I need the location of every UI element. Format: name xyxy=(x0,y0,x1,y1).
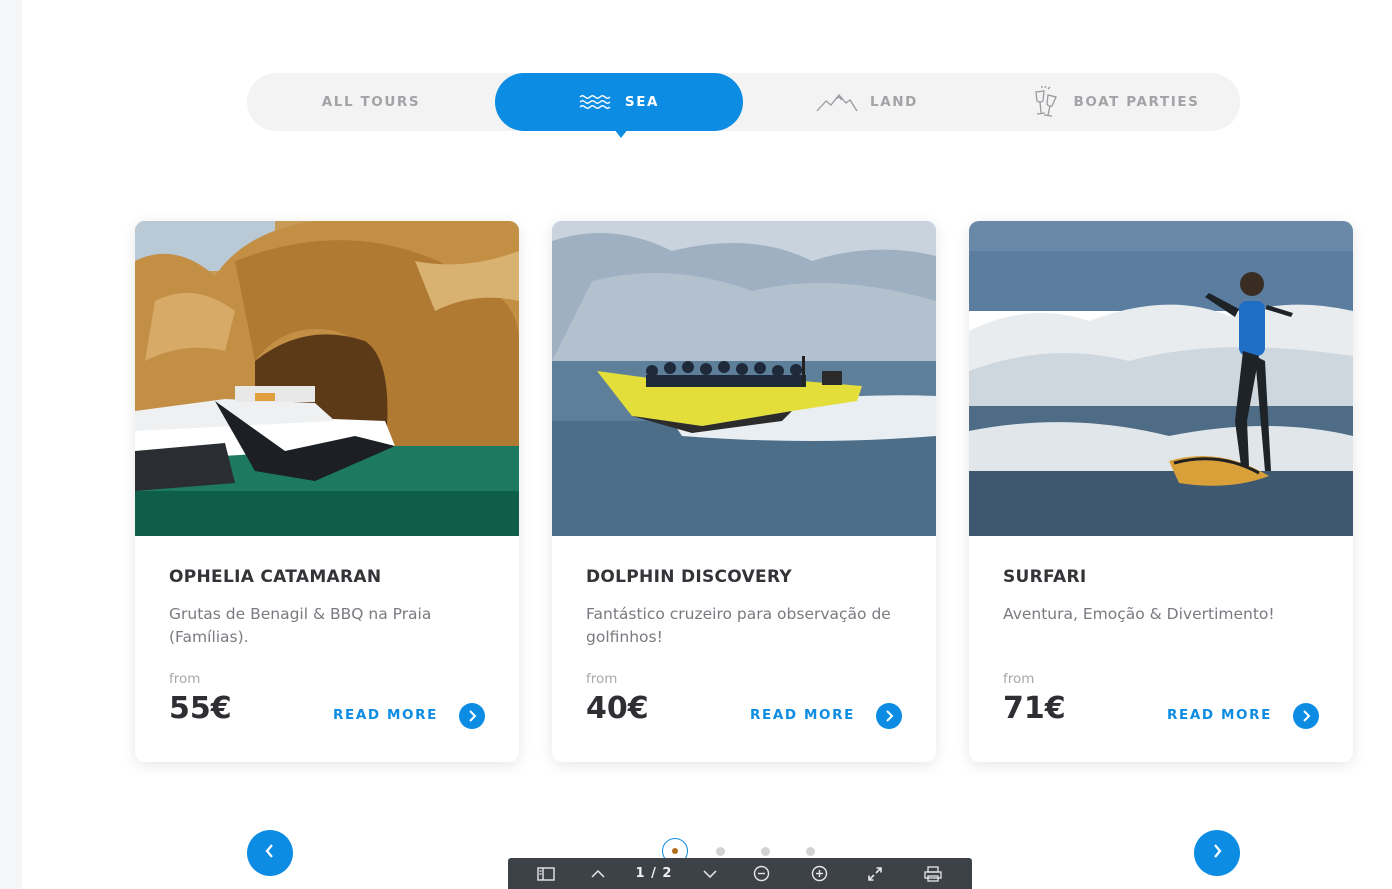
card-title: OPHELIA CATAMARAN xyxy=(169,567,382,587)
slider-dot-3[interactable] xyxy=(761,847,770,856)
card-description: Aventura, Emoção & Divertimento! xyxy=(1003,605,1275,623)
previous-page-icon[interactable] xyxy=(586,858,610,889)
next-page-icon[interactable] xyxy=(698,858,722,889)
waves-icon xyxy=(579,94,613,110)
card-title: DOLPHIN DISCOVERY xyxy=(586,567,793,587)
slider-dot-4[interactable] xyxy=(806,847,815,856)
catamaran-cave-photo[interactable] xyxy=(135,221,519,536)
category-tabs: ALL TOURS SEA LAND BOAT PARTIES xyxy=(247,73,1240,138)
page-left-edge xyxy=(0,0,22,889)
read-more-link[interactable]: READ MORE xyxy=(333,707,438,723)
speedboat-photo[interactable] xyxy=(552,221,936,536)
tab-label: LAND xyxy=(870,94,918,110)
print-icon[interactable] xyxy=(920,858,946,889)
card-price: 40€ xyxy=(586,691,649,726)
pdf-viewer-toolbar: 1 / 2 xyxy=(508,858,972,889)
tour-card-ophelia-catamaran[interactable]: OPHELIA CATAMARAN Grutas de Benagil & BB… xyxy=(135,221,519,762)
mountains-icon xyxy=(816,92,858,112)
read-more-link[interactable]: READ MORE xyxy=(750,707,855,723)
slider-prev-button[interactable] xyxy=(247,830,293,876)
card-price: 71€ xyxy=(1003,691,1066,726)
zoom-out-icon[interactable] xyxy=(748,858,774,889)
tab-label: ALL TOURS xyxy=(321,94,421,110)
tab-all-tours[interactable]: ALL TOURS xyxy=(247,73,495,131)
read-more-link[interactable]: READ MORE xyxy=(1167,707,1272,723)
active-tab-pointer xyxy=(614,129,628,138)
sidebar-toggle-icon[interactable] xyxy=(532,858,560,889)
card-from-label: from xyxy=(169,671,201,687)
card-description: Grutas de Benagil & BBQ na Praia (Famíli… xyxy=(169,605,432,646)
tab-boat-parties[interactable]: BOAT PARTIES xyxy=(991,73,1240,131)
chevron-right-icon[interactable] xyxy=(1293,703,1319,729)
tour-card-dolphin-discovery[interactable]: DOLPHIN DISCOVERY Fantástico cruzeiro pa… xyxy=(552,221,936,762)
chevron-left-icon xyxy=(264,843,276,863)
card-title: SURFARI xyxy=(1003,567,1087,587)
slider-next-button[interactable] xyxy=(1194,830,1240,876)
tab-label: BOAT PARTIES xyxy=(1073,94,1200,110)
card-description: Fantástico cruzeiro para observação de g… xyxy=(586,605,891,646)
slider-dot-2[interactable] xyxy=(716,847,725,856)
chevron-right-icon[interactable] xyxy=(459,703,485,729)
tab-label: SEA xyxy=(624,94,660,110)
champagne-glasses-icon xyxy=(1032,86,1062,118)
chevron-right-icon[interactable] xyxy=(876,703,902,729)
surfer-photo[interactable] xyxy=(969,221,1353,536)
card-price: 55€ xyxy=(169,691,232,726)
card-from-label: from xyxy=(586,671,618,687)
tour-card-surfari[interactable]: SURFARI Aventura, Emoção & Divertimento!… xyxy=(969,221,1353,762)
zoom-in-icon[interactable] xyxy=(806,858,832,889)
tab-sea[interactable]: SEA xyxy=(495,73,743,131)
fullscreen-icon[interactable] xyxy=(862,858,888,889)
tab-land[interactable]: LAND xyxy=(743,73,991,131)
page-indicator[interactable]: 1 / 2 xyxy=(626,858,682,889)
chevron-right-icon xyxy=(1211,843,1223,863)
card-from-label: from xyxy=(1003,671,1035,687)
